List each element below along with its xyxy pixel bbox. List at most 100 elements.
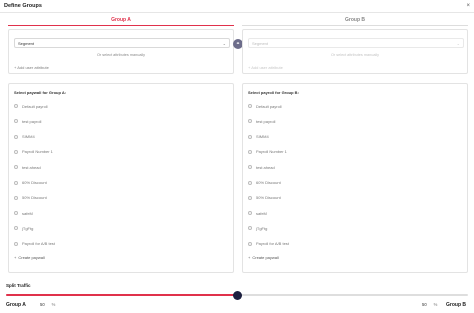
paywall-option-label: Payroll Number 1: [256, 149, 287, 155]
paywall-option[interactable]: Payroll Number 1: [248, 148, 287, 156]
paywall-option-label: Payroll for A/B test: [22, 241, 55, 247]
tab-group-a[interactable]: Group A: [8, 17, 234, 23]
radio-icon[interactable]: [248, 195, 252, 200]
radio-icon[interactable]: [248, 119, 252, 124]
split-group-b-label: Group B: [446, 302, 466, 308]
paywall-option[interactable]: Payroll for A/B test: [248, 240, 289, 248]
paywall-option-label: test ahead: [22, 164, 41, 170]
group-a-or-text: Or select attributes manually: [96, 53, 146, 57]
segment-select-value: Segment: [18, 40, 35, 46]
paywall-option[interactable]: test ahead: [14, 163, 41, 171]
radio-icon[interactable]: [248, 241, 252, 246]
paywall-option-label: Default payroll: [22, 103, 48, 109]
paywall-option[interactable]: 60% Discount: [14, 179, 47, 187]
group-b-or-text: Or select attributes manually: [330, 53, 380, 57]
radio-icon[interactable]: [14, 104, 18, 108]
percent-unit: %: [433, 302, 438, 307]
radio-icon[interactable]: [248, 226, 252, 231]
segment-select-value: Segment: [252, 40, 269, 46]
radio-icon[interactable]: [248, 211, 252, 216]
group-b-percent-field[interactable]: 50%: [422, 302, 437, 307]
tab-group-b[interactable]: Group B: [242, 17, 468, 23]
paywall-option[interactable]: Default payroll: [14, 102, 48, 110]
group-b-create-paywall-button[interactable]: + Create paywall: [248, 255, 279, 260]
paywall-option[interactable]: safeM: [14, 209, 33, 217]
paywall-option[interactable]: 60% Discount: [248, 179, 281, 187]
paywall-option[interactable]: test payroll: [248, 117, 275, 125]
group-b-segment-select[interactable]: Segment ⌄: [248, 38, 464, 48]
paywall-option[interactable]: 50% Discount: [248, 194, 281, 202]
paywall-option[interactable]: test ahead: [248, 163, 275, 171]
paywall-option-label: 60% Discount: [256, 180, 281, 185]
paywall-option[interactable]: jTgFtg: [14, 224, 33, 232]
group-b-percent-value: 50: [422, 302, 427, 307]
dialog-header: Define Groups ×: [0, 0, 474, 12]
paywall-option-label: test payroll: [256, 118, 276, 124]
paywall-option-label: Payroll for A/B test: [256, 241, 289, 247]
paywall-option[interactable]: jTgFtg: [248, 224, 267, 232]
group-a-add-attribute-link[interactable]: + Add user attribute: [14, 65, 49, 70]
radio-icon[interactable]: [14, 149, 18, 154]
group-a-percent-value: 50: [40, 302, 45, 307]
split-traffic-title: Split Traffic: [6, 283, 31, 288]
radio-icon[interactable]: [248, 180, 252, 185]
paywall-option[interactable]: test payroll: [14, 117, 41, 125]
radio-icon[interactable]: [14, 241, 18, 246]
radio-icon[interactable]: [14, 134, 18, 139]
radio-icon[interactable]: [14, 211, 18, 216]
paywall-option-label: jTgFtg: [256, 225, 268, 231]
paywall-option[interactable]: safeM: [248, 209, 267, 217]
paywall-option-label: Default payroll: [256, 103, 282, 109]
group-a-segment-select[interactable]: Segment ⌄: [14, 38, 230, 48]
header-divider: [0, 12, 474, 13]
close-icon[interactable]: ×: [466, 3, 470, 9]
paywall-option[interactable]: SIMM4: [248, 133, 269, 141]
radio-icon[interactable]: [14, 195, 18, 200]
create-paywall-label: Create paywall: [18, 255, 45, 260]
paywall-option-label: SIMM4: [22, 134, 35, 140]
group-b-paywall-heading: Select payroll for Group B:: [248, 90, 299, 95]
group-a-create-paywall-button[interactable]: + Create paywall: [14, 255, 45, 260]
split-group-a-label: Group A: [6, 302, 26, 308]
radio-icon[interactable]: [248, 134, 252, 139]
group-a-underline: [8, 25, 234, 26]
radio-icon[interactable]: [248, 165, 252, 170]
split-slider-thumb[interactable]: [233, 291, 242, 300]
paywall-option-label: jTgFtg: [22, 225, 34, 231]
radio-icon[interactable]: [14, 119, 18, 124]
dialog-title: Define Groups: [4, 3, 42, 9]
group-b-add-attribute-link[interactable]: + Add user attribute: [248, 65, 283, 70]
paywall-option[interactable]: 50% Discount: [14, 194, 47, 202]
chevron-down-icon: ⌄: [456, 40, 460, 46]
radio-icon[interactable]: [248, 149, 252, 154]
paywall-option-label: safeM: [22, 210, 33, 216]
plus-icon: +: [248, 255, 251, 260]
paywall-option[interactable]: Payroll Number 1: [14, 148, 53, 156]
radio-icon[interactable]: [14, 165, 18, 170]
group-a-paywall-card: Select paywall for Group A: + Create payw…: [8, 83, 234, 273]
group-a-paywall-heading: Select paywall for Group A:: [14, 90, 67, 95]
percent-unit: %: [51, 302, 56, 307]
paywall-option-label: test ahead: [256, 164, 275, 170]
paywall-option-label: 50% Discount: [22, 195, 47, 201]
group-b-segment-card: Segment ⌄ Or select attributes manually …: [242, 29, 468, 74]
paywall-option[interactable]: Default payroll: [248, 102, 282, 110]
group-a-percent-field[interactable]: 50%: [40, 302, 55, 307]
paywall-option-label: test payroll: [22, 118, 42, 124]
group-b-underline: [242, 25, 468, 26]
group-a-segment-card: Segment ⌄ Or select attributes manually …: [8, 29, 234, 74]
paywall-option-label: 60% Discount: [22, 180, 47, 185]
paywall-option-label: Payroll Number 1: [22, 149, 53, 155]
paywall-option-label: SIMM4: [256, 134, 269, 140]
create-paywall-label: Create paywall: [252, 255, 279, 260]
plus-icon: +: [14, 255, 17, 260]
radio-icon[interactable]: [248, 104, 252, 108]
paywall-option[interactable]: Payroll for A/B test: [14, 240, 55, 248]
split-slider-fill: [6, 294, 237, 296]
group-b-paywall-card: Select payroll for Group B: + Create payw…: [242, 83, 468, 273]
paywall-option[interactable]: SIMM4: [14, 133, 35, 141]
paywall-option-label: safeM: [256, 210, 267, 216]
radio-icon[interactable]: [14, 180, 18, 185]
radio-icon[interactable]: [14, 226, 18, 231]
paywall-option-label: 50% Discount: [256, 195, 281, 201]
